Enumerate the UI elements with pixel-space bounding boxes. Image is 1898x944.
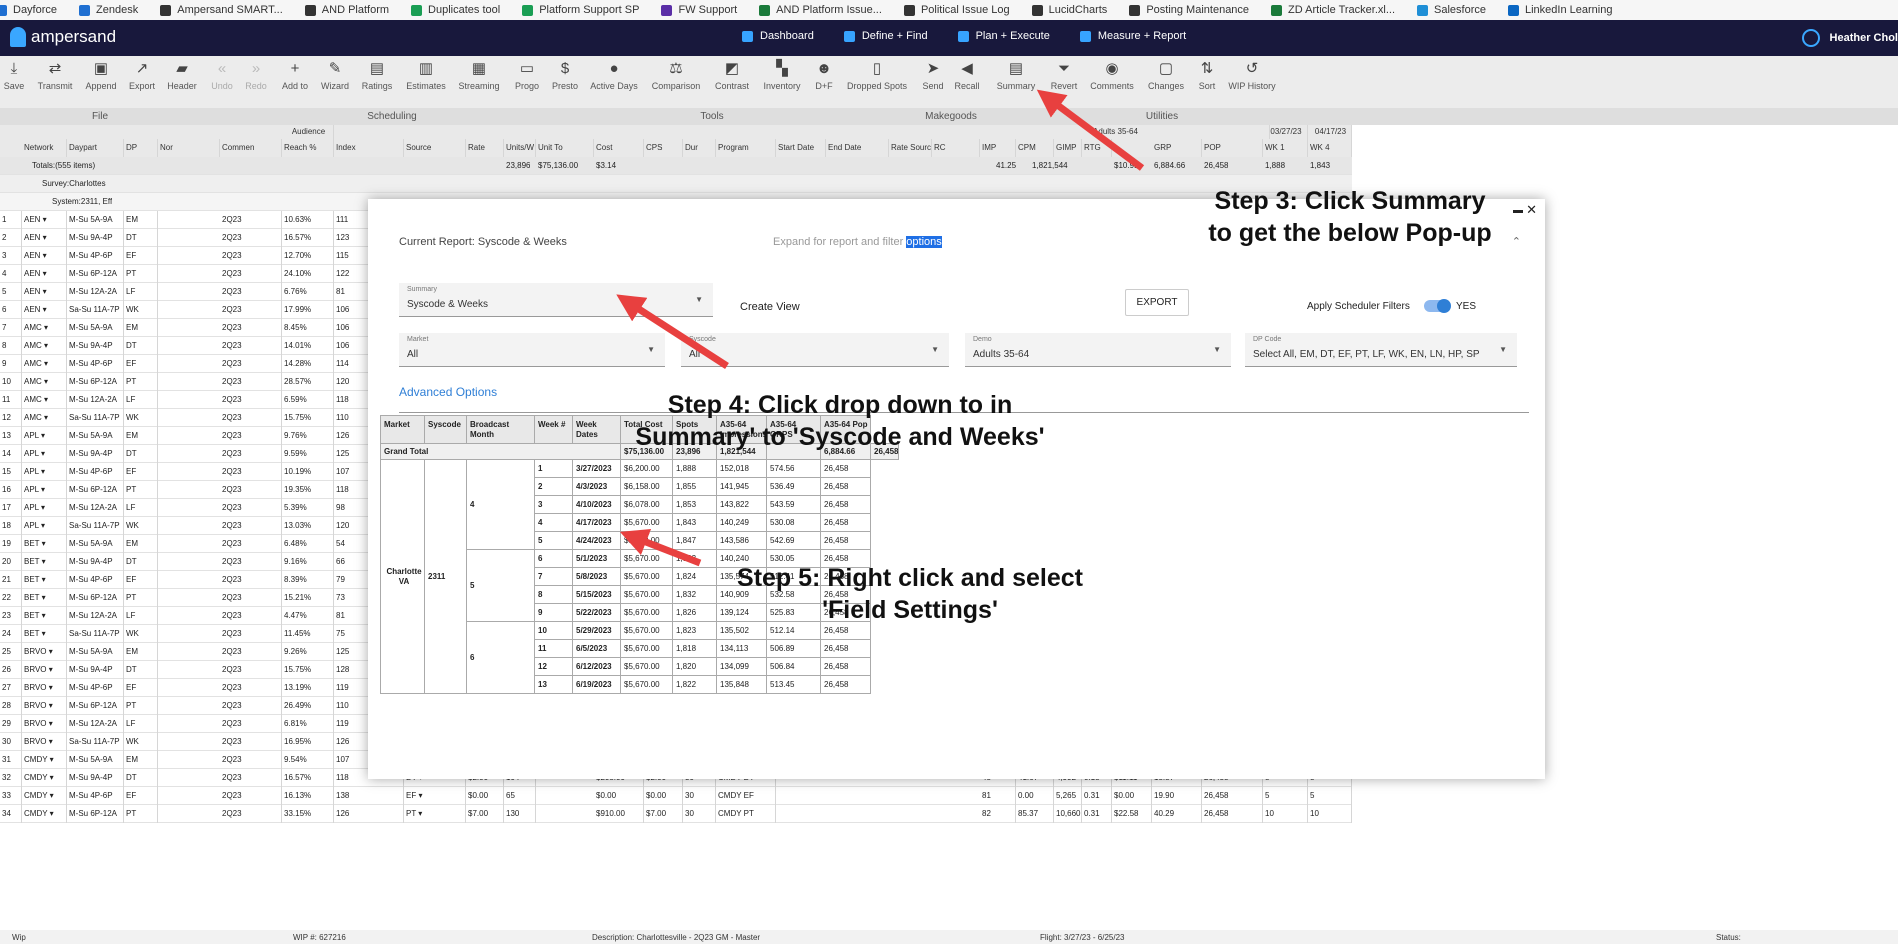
arrow-to-table <box>619 529 702 567</box>
arrow-to-summary <box>1036 89 1145 171</box>
arrow-to-summary-dropdown <box>616 294 729 369</box>
annotation-arrows <box>616 89 1145 567</box>
